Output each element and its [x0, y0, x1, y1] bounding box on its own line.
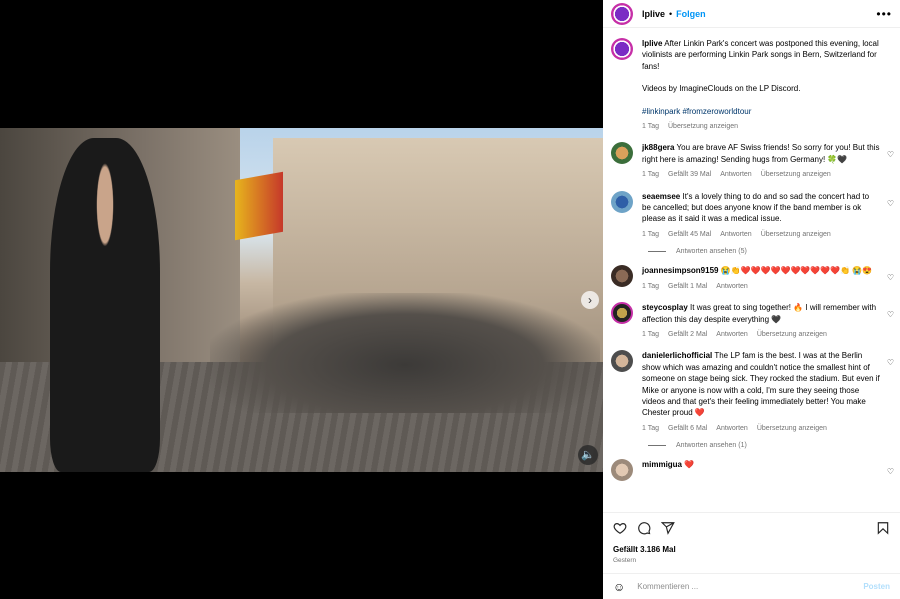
comment-username[interactable]: mimmigua: [642, 460, 682, 469]
post-panel: lplive • Folgen ••• lplive After Linkin …: [603, 0, 900, 599]
caption: lplive After Linkin Park's concert was p…: [603, 38, 900, 132]
comment: danielerlichofficial The LP fam is the b…: [603, 350, 900, 434]
caption-hashtags[interactable]: #linkinpark #fromzeroworldtour: [642, 106, 880, 117]
comment-time: 1 Tag: [642, 330, 659, 338]
separator-dot: •: [669, 8, 673, 19]
crowd: [210, 293, 600, 413]
comment: joannesimpson9159 😭👏❤️❤️❤️❤️❤️❤️❤️❤️❤️❤️…: [603, 265, 900, 292]
translate-link[interactable]: Übersetzung anzeigen: [761, 169, 831, 180]
like-comment-heart-icon[interactable]: ♡: [887, 199, 894, 208]
translate-link[interactable]: Übersetzung anzeigen: [757, 423, 827, 434]
emoji-icon[interactable]: ☺: [613, 580, 625, 594]
comment-composer: ☺ Posten: [603, 573, 900, 599]
caption-time: 1 Tag: [642, 123, 659, 131]
caption-credit: Videos by ImagineClouds on the LP Discor…: [642, 84, 801, 94]
reply-button[interactable]: Antworten: [720, 229, 752, 240]
comment-likes[interactable]: Gefällt 1 Mal: [668, 281, 707, 292]
comment-icon[interactable]: [637, 521, 651, 535]
avatar[interactable]: [611, 265, 633, 288]
comment-text: You are brave AF Swiss friends! So sorry…: [642, 143, 880, 164]
likes-count[interactable]: Gefällt 3.186 Mal: [613, 545, 676, 554]
comment-time: 1 Tag: [642, 424, 659, 432]
reply-button[interactable]: Antworten: [716, 281, 748, 292]
heart-icon[interactable]: [613, 521, 627, 535]
comment-likes[interactable]: Gefällt 6 Mal: [668, 423, 707, 434]
divider: [648, 445, 666, 447]
view-replies-label[interactable]: Antworten ansehen (5): [676, 248, 747, 255]
translate-link[interactable]: Übersetzung anzeigen: [757, 329, 827, 340]
comment: mimmigua ❤️ ♡: [603, 459, 900, 482]
like-comment-heart-icon[interactable]: ♡: [887, 273, 894, 282]
comment-username[interactable]: seaemsee: [642, 192, 680, 201]
translate-link[interactable]: Übersetzung anzeigen: [761, 229, 831, 240]
post-button[interactable]: Posten: [863, 582, 890, 591]
avatar[interactable]: [611, 350, 633, 373]
comment-username[interactable]: danielerlichofficial: [642, 351, 712, 360]
reply-button[interactable]: Antworten: [720, 169, 752, 180]
post-username[interactable]: lplive: [642, 9, 665, 19]
comment: jk88gera You are brave AF Swiss friends!…: [603, 142, 900, 180]
reply-button[interactable]: Antworten: [716, 329, 748, 340]
flag: [235, 171, 283, 241]
like-comment-heart-icon[interactable]: ♡: [887, 467, 894, 476]
comment-time: 1 Tag: [642, 282, 659, 290]
comment-likes[interactable]: Gefällt 39 Mal: [668, 169, 711, 180]
comment-text: 😭👏❤️❤️❤️❤️❤️❤️❤️❤️❤️❤️👏 😭😍: [720, 266, 873, 276]
share-icon[interactable]: [661, 521, 675, 535]
media-area[interactable]: › 🔈: [0, 0, 603, 599]
like-comment-heart-icon[interactable]: ♡: [887, 150, 894, 159]
action-bar: [603, 512, 900, 542]
comment-likes[interactable]: Gefällt 2 Mal: [668, 329, 707, 340]
view-replies-button[interactable]: Antworten ansehen (5): [648, 248, 900, 255]
volume-icon[interactable]: 🔈: [578, 445, 598, 465]
bookmark-icon[interactable]: [876, 521, 890, 535]
caption-username[interactable]: lplive: [642, 39, 662, 48]
view-replies-label[interactable]: Antworten ansehen (1): [676, 442, 747, 449]
comment-text: The LP fam is the best. I was at the Ber…: [642, 351, 880, 418]
comment-time: 1 Tag: [642, 171, 659, 179]
comment-username[interactable]: jk88gera: [642, 143, 674, 152]
video-frame[interactable]: [0, 128, 603, 472]
like-comment-heart-icon[interactable]: ♡: [887, 310, 894, 319]
comment-text: ❤️: [684, 460, 695, 470]
caption-text: After Linkin Park's concert was postpone…: [642, 39, 879, 71]
next-media-button[interactable]: ›: [581, 291, 599, 309]
comment-likes[interactable]: Gefällt 45 Mal: [668, 229, 711, 240]
comment-username[interactable]: joannesimpson9159: [642, 266, 718, 275]
comment-input[interactable]: [637, 582, 864, 591]
translate-link[interactable]: Übersetzung anzeigen: [668, 121, 738, 132]
post-header: lplive • Folgen •••: [603, 0, 900, 28]
comment: steycosplay It was great to sing togethe…: [603, 302, 900, 340]
avatar[interactable]: [611, 190, 633, 213]
post-date: Gestern: [613, 557, 637, 564]
view-replies-button[interactable]: Antworten ansehen (1): [648, 442, 900, 449]
avatar[interactable]: [611, 459, 633, 482]
comment-username[interactable]: steycosplay: [642, 303, 688, 312]
follow-button[interactable]: Folgen: [676, 9, 706, 19]
more-options-icon[interactable]: •••: [876, 7, 892, 21]
like-comment-heart-icon[interactable]: ♡: [887, 358, 894, 367]
reply-button[interactable]: Antworten: [716, 423, 748, 434]
avatar[interactable]: [611, 142, 633, 165]
comment-time: 1 Tag: [642, 230, 659, 238]
comments-scroll[interactable]: lplive After Linkin Park's concert was p…: [603, 34, 900, 510]
comment: seaemsee It's a lovely thing to do and s…: [603, 190, 900, 241]
violinist: [50, 138, 160, 472]
divider: [648, 251, 666, 253]
avatar[interactable]: [611, 302, 633, 325]
avatar[interactable]: [611, 2, 633, 25]
avatar[interactable]: [611, 38, 633, 60]
